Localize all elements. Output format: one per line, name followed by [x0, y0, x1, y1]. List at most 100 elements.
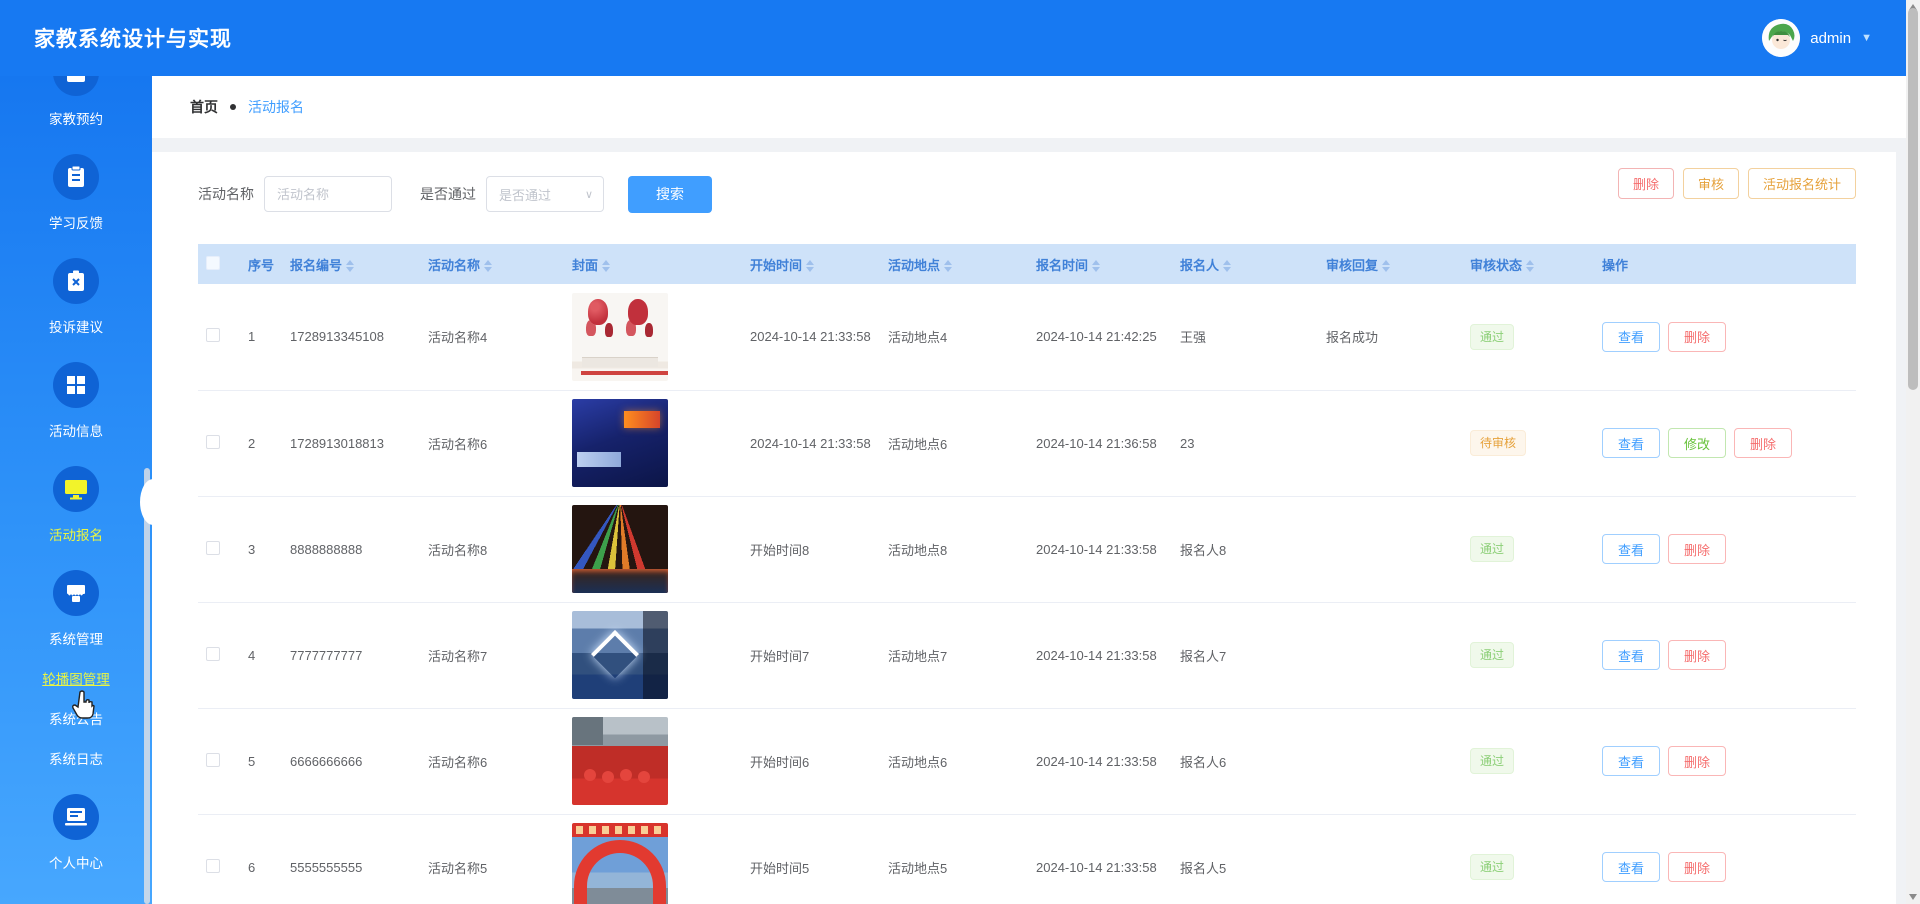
sidebar-item-complaints[interactable]: 投诉建议 — [49, 258, 103, 336]
view-button[interactable]: 查看 — [1602, 640, 1661, 670]
sidebar-item-personal-center[interactable]: 个人中心 — [49, 794, 103, 872]
table-row: 2 1728913018813 活动名称6 2024-10-14 21:33:5… — [198, 390, 1856, 497]
header-name[interactable]: 活动名称 — [420, 244, 564, 284]
scroll-down-icon[interactable] — [1909, 894, 1917, 900]
cell-start: 开始时间6 — [742, 708, 880, 815]
sort-icon — [346, 260, 355, 273]
header-code[interactable]: 报名编号 — [282, 244, 420, 284]
select-caret-icon: ∨ — [584, 188, 593, 201]
cell-place: 活动地点6 — [880, 708, 1028, 815]
header-signup-time[interactable]: 报名时间 — [1028, 244, 1172, 284]
username[interactable]: admin — [1810, 30, 1851, 47]
cell-code: 1728913018813 — [282, 390, 420, 497]
cell-name: 活动名称8 — [420, 496, 564, 603]
table-header-row: 序号 报名编号 活动名称 封面 开始时间 活动地点 报名时间 报名人 审核回复 … — [198, 244, 1856, 284]
delete-button[interactable]: 删除 — [1668, 640, 1727, 670]
cover-image — [572, 611, 668, 699]
status-badge: 通过 — [1470, 748, 1515, 774]
cell-no: 1 — [240, 284, 282, 391]
cell-person: 报名人5 — [1172, 814, 1318, 904]
header-place[interactable]: 活动地点 — [880, 244, 1028, 284]
select-all-checkbox[interactable] — [206, 255, 220, 270]
cell-place: 活动地点7 — [880, 602, 1028, 709]
sort-icon — [1092, 260, 1101, 273]
table-row: 5 6666666666 活动名称6 开始时间6 活动地点6 2024-10-1… — [198, 708, 1856, 815]
cell-person: 王强 — [1172, 284, 1318, 391]
breadcrumb-current[interactable]: 活动报名 — [248, 97, 304, 117]
pass-select[interactable]: 是否通过 ∨ — [486, 176, 604, 212]
sidebar-item-system-management[interactable]: 系统管理 — [49, 570, 103, 648]
activity-name-input[interactable] — [264, 176, 392, 212]
active-item-notch — [140, 479, 166, 525]
header-start[interactable]: 开始时间 — [742, 244, 880, 284]
breadcrumb: 首页 活动报名 — [152, 76, 1906, 138]
row-checkbox[interactable] — [206, 434, 220, 449]
table-body: 1 1728913345108 活动名称4 2024-10-14 21:33:5… — [198, 284, 1856, 904]
breadcrumb-separator-icon — [230, 104, 236, 110]
page-scrollbar[interactable] — [1906, 0, 1920, 904]
table-row: 3 8888888888 活动名称8 开始时间8 活动地点8 2024-10-1… — [198, 496, 1856, 603]
calendar-icon — [53, 76, 99, 96]
delete-button[interactable]: 删除 — [1668, 746, 1727, 776]
view-button[interactable]: 查看 — [1602, 428, 1661, 458]
view-button[interactable]: 查看 — [1602, 534, 1661, 564]
cell-name: 活动名称7 — [420, 602, 564, 709]
sidebar-item-activity-signup[interactable]: 活动报名 — [49, 466, 103, 544]
cell-no: 3 — [240, 496, 282, 603]
cover-image — [572, 823, 668, 904]
cell-no: 2 — [240, 390, 282, 497]
cell-place: 活动地点8 — [880, 496, 1028, 603]
row-checkbox[interactable] — [206, 752, 220, 767]
status-badge: 通过 — [1470, 536, 1515, 562]
sidebar-item-activity-info[interactable]: 活动信息 — [49, 362, 103, 440]
sidebar-item-tutoring-booking[interactable]: 家教预约 — [49, 76, 103, 128]
batch-delete-button[interactable]: 删除 — [1617, 168, 1674, 199]
view-button[interactable]: 查看 — [1602, 321, 1661, 352]
audit-button[interactable]: 审核 — [1682, 168, 1739, 199]
cell-reply: 报名成功 — [1318, 284, 1462, 391]
submenu-item-system-log[interactable]: 系统日志 — [49, 748, 103, 768]
view-button[interactable]: 查看 — [1602, 852, 1661, 882]
header-reply[interactable]: 审核回复 — [1318, 244, 1462, 284]
avatar[interactable] — [1762, 19, 1801, 57]
row-actions: 查看 修改 删除 — [1594, 390, 1856, 497]
status-badge: 通过 — [1470, 642, 1515, 668]
row-checkbox[interactable] — [206, 540, 220, 555]
scrollbar-thumb[interactable] — [1908, 8, 1918, 390]
user-menu[interactable]: admin ▼ — [1762, 19, 1872, 57]
mouse-cursor-hand — [70, 690, 96, 720]
header-status[interactable]: 审核状态 — [1462, 244, 1594, 284]
delete-button[interactable]: 删除 — [1668, 534, 1727, 564]
table-card: 活动名称 是否通过 是否通过 ∨ 搜索 删除 审核 活动报名统计 — [152, 152, 1896, 904]
sidebar-item-study-feedback[interactable]: 学习反馈 — [49, 154, 103, 232]
cell-signup-time: 2024-10-14 21:36:58 — [1028, 390, 1172, 497]
header-cover[interactable]: 封面 — [564, 244, 742, 284]
sort-icon — [944, 260, 953, 273]
delete-button[interactable]: 删除 — [1668, 852, 1727, 882]
cell-person: 报名人8 — [1172, 496, 1318, 603]
row-actions: 查看 删除 — [1594, 708, 1856, 815]
sort-icon — [806, 260, 815, 273]
submenu-item-carousel[interactable]: 轮播图管理 — [42, 668, 110, 688]
cell-code: 8888888888 — [282, 496, 420, 603]
signup-stats-button[interactable]: 活动报名统计 — [1747, 168, 1856, 199]
sidebar-scrollbar[interactable] — [144, 468, 150, 904]
row-checkbox[interactable] — [206, 646, 220, 661]
cell-signup-time: 2024-10-14 21:42:25 — [1028, 284, 1172, 391]
delete-button[interactable]: 删除 — [1668, 321, 1727, 352]
cell-start: 2024-10-14 21:33:58 — [742, 284, 880, 391]
cell-signup-time: 2024-10-14 21:33:58 — [1028, 814, 1172, 904]
breadcrumb-home[interactable]: 首页 — [190, 97, 218, 117]
delete-button[interactable]: 删除 — [1734, 428, 1793, 458]
grid-icon — [53, 362, 99, 408]
pass-filter-label: 是否通过 — [420, 186, 476, 202]
edit-button[interactable]: 修改 — [1668, 428, 1727, 458]
search-button[interactable]: 搜索 — [628, 175, 712, 213]
sort-icon — [1223, 260, 1232, 273]
header-person[interactable]: 报名人 — [1172, 244, 1318, 284]
cell-code: 6666666666 — [282, 708, 420, 815]
row-checkbox[interactable] — [206, 858, 220, 873]
row-checkbox[interactable] — [206, 328, 220, 343]
cell-person: 23 — [1172, 390, 1318, 497]
view-button[interactable]: 查看 — [1602, 746, 1661, 776]
